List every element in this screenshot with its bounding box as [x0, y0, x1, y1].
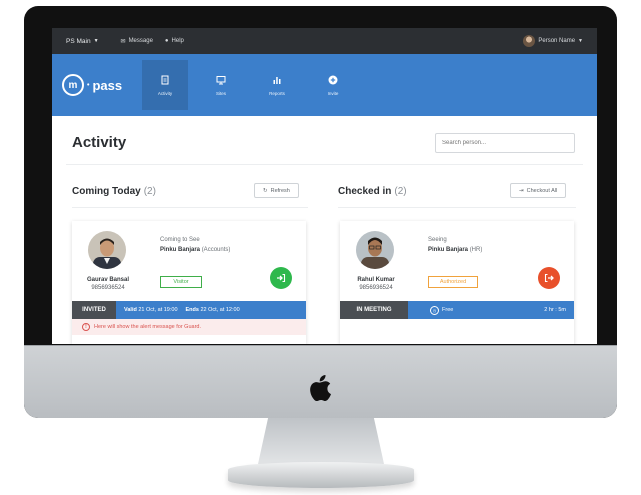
- check-in-button[interactable]: [270, 267, 292, 289]
- nav-label: Reports: [269, 90, 285, 96]
- refresh-label: Refresh: [270, 187, 290, 194]
- visit-status-bar: INVITED Valid 21 Oct, at 19:00 Ends 22 O…: [72, 301, 306, 319]
- sign-in-icon: [277, 273, 286, 283]
- mpass-logo[interactable]: m • pass: [62, 70, 130, 100]
- page-title: Activity: [72, 134, 127, 151]
- top-bar: PS Main ▼ ✉ Message ● Help Person Name ▼: [52, 28, 597, 54]
- host-dept: (Accounts): [201, 247, 231, 253]
- coming-today-title: Coming Today: [72, 186, 141, 197]
- envelope-icon: ✉: [120, 38, 126, 45]
- person-avatar-icon: [356, 231, 394, 269]
- brand-name: pass: [92, 77, 123, 93]
- location-label: PS Main: [66, 37, 91, 45]
- visit-label: Seeing: [428, 237, 447, 243]
- clock-icon: ◷: [430, 305, 439, 315]
- host-name: Pinku Banjara: [428, 247, 469, 253]
- visitor-photo: [88, 231, 126, 269]
- help-link[interactable]: ● Help: [165, 38, 184, 44]
- person-avatar-icon: [88, 231, 126, 269]
- refresh-button[interactable]: ↻ Refresh: [254, 183, 299, 198]
- user-menu[interactable]: Person Name ▼: [523, 35, 583, 47]
- visitor-phone: 9856936524: [359, 285, 393, 291]
- nav-label: Sites: [215, 90, 226, 96]
- ends-label: Ends: [185, 307, 199, 313]
- nav-label: Invite: [327, 90, 339, 96]
- help-label: Help: [171, 38, 184, 44]
- nav-item-sites[interactable]: Sites: [198, 60, 244, 110]
- visit-label: Coming to See: [160, 237, 200, 243]
- sign-out-icon: ⇥: [519, 187, 524, 194]
- valid-label: Valid: [124, 307, 137, 313]
- host-dept: (HR): [469, 247, 483, 253]
- checked-in-count: (2): [394, 186, 407, 197]
- message-label: Message: [128, 38, 153, 44]
- monitor-stand-base: [228, 462, 414, 488]
- checkout-all-button[interactable]: ⇥ Checkout All: [510, 183, 567, 198]
- host-name: Pinku Banjara: [160, 247, 201, 253]
- meeting-duration: 2 hr : 5m: [544, 307, 566, 313]
- bar-chart-icon: [273, 76, 281, 84]
- nav-item-invite[interactable]: Invite: [310, 60, 356, 110]
- brand-letter: m: [62, 74, 84, 96]
- host-info: Pinku Banjara (Accounts): [160, 247, 230, 253]
- visitor-photo: [356, 231, 394, 269]
- coming-today-heading: Coming Today (2): [72, 186, 156, 197]
- valid-value: 21 Oct, at 19:00: [138, 307, 178, 313]
- divider: [72, 207, 308, 208]
- meeting-mode: ◷ Free: [430, 305, 454, 315]
- nav-item-activity[interactable]: Activity: [142, 60, 188, 110]
- location-dropdown[interactable]: PS Main ▼: [66, 38, 99, 45]
- apple-logo-icon: [310, 375, 331, 401]
- caret-down-icon: ▼: [93, 38, 99, 44]
- visit-status-bar: IN MEETING ◷ Free 2 hr : 5m: [340, 301, 574, 319]
- checked-in-heading: Checked in (2): [338, 186, 407, 197]
- imac-mockup: PS Main ▼ ✉ Message ● Help Person Name ▼…: [0, 0, 641, 495]
- coming-today-count: (2): [143, 186, 156, 197]
- monitor-icon: [216, 75, 226, 84]
- nav-item-reports[interactable]: Reports: [254, 60, 300, 110]
- sign-out-icon: [544, 273, 554, 283]
- alert-icon: !: [82, 323, 90, 331]
- visitor-name: Rahul Kumar: [357, 277, 395, 283]
- checked-in-title: Checked in: [338, 186, 392, 197]
- user-name: Person Name: [538, 38, 576, 44]
- user-avatar: [523, 35, 536, 47]
- mode-label: Free: [442, 307, 454, 313]
- status-badge: INVITED: [72, 301, 116, 319]
- divider: [66, 164, 583, 165]
- status-badge: IN MEETING: [340, 301, 408, 319]
- caret-down-icon: ▼: [578, 38, 583, 44]
- divider: [338, 207, 576, 208]
- guard-alert: ! Here will show the alert message for G…: [72, 319, 306, 335]
- document-icon: [161, 75, 169, 84]
- activity-panel: Activity Coming Today(2) ↻ Refresh: [52, 116, 597, 344]
- checkout-all-label: Checkout All: [526, 187, 558, 194]
- monitor-stand-neck: [258, 418, 384, 464]
- ends-value: 22 Oct, at 12:00: [200, 307, 240, 313]
- check-out-button[interactable]: [538, 267, 560, 289]
- search-input[interactable]: [435, 133, 575, 153]
- main-nav: m • pass Activity Sites Reports Invite: [52, 54, 597, 116]
- visitor-card-in-meeting[interactable]: Rahul Kumar 9856936524 Seeing Pinku Banj…: [340, 221, 574, 344]
- info-icon: ●: [164, 38, 169, 44]
- refresh-icon: ↻: [263, 187, 268, 194]
- alert-text: Here will show the alert message for Gua…: [94, 324, 201, 330]
- visitor-name: Gaurav Bansal: [86, 277, 130, 283]
- plus-circle-icon: [328, 75, 338, 84]
- visitor-phone: 9856936524: [91, 285, 125, 291]
- authorized-tag: Authorized: [428, 276, 478, 288]
- app-screen: PS Main ▼ ✉ Message ● Help Person Name ▼…: [52, 28, 597, 344]
- message-link[interactable]: ✉ Message: [121, 38, 153, 45]
- visitor-card-invited[interactable]: Gaurav Bansal 9856936524 Coming to See P…: [72, 221, 306, 344]
- visitor-tag: Visitor: [160, 276, 202, 288]
- nav-label: Activity: [157, 90, 173, 96]
- host-info: Pinku Banjara (HR): [428, 247, 482, 253]
